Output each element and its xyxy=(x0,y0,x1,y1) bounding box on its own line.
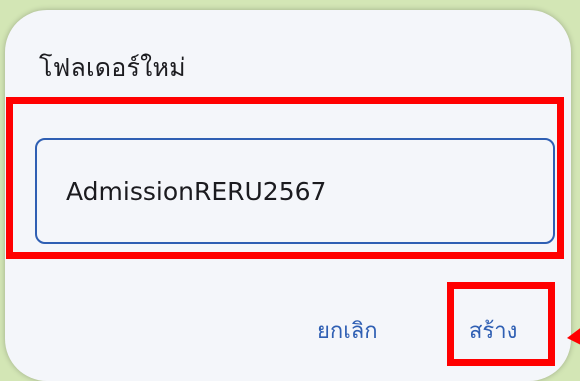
annotation-arrow-icon xyxy=(567,328,580,345)
input-highlight-annotation xyxy=(6,97,564,259)
cancel-button[interactable]: ยกเลิก xyxy=(317,313,378,348)
create-button-highlight-annotation xyxy=(447,282,555,366)
screen: โฟลเดอร์ใหม่ AdmissionRERU2567 ยกเลิก สร… xyxy=(0,0,580,381)
